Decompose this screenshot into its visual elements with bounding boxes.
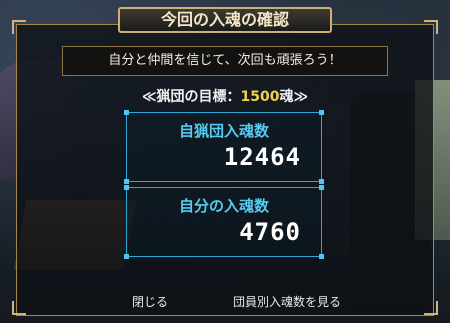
guild-count-label: 自猟団入魂数 xyxy=(178,122,269,140)
box-corner-dot xyxy=(124,179,129,184)
self-count-box: 自分の入魂数 4760 xyxy=(124,185,324,259)
box-corner-dot xyxy=(124,254,129,259)
frame-corner xyxy=(424,301,438,315)
close-button[interactable]: 閉じる xyxy=(132,293,168,311)
self-count-label: 自分の入魂数 xyxy=(178,197,269,215)
close-label: 閉じる xyxy=(132,295,169,309)
goal-prefix: ≪猟団の目標： xyxy=(141,89,241,105)
frame-corner xyxy=(12,20,26,34)
view-member-counts-label: 団員別入魂数を見る xyxy=(233,295,342,309)
goal-suffix: 魂≫ xyxy=(279,89,309,105)
message-box: 自分と仲間を信じて、次回も頑張ろう！ xyxy=(62,46,388,76)
guild-goal: ≪猟団の目標：1500魂≫ xyxy=(0,86,450,106)
frame-corner xyxy=(424,20,438,34)
box-corner-dot xyxy=(319,185,324,190)
box-corner-dot xyxy=(319,179,324,184)
box-corner-dot xyxy=(124,185,129,190)
box-corner-dot xyxy=(319,110,324,115)
goal-value: 1500 xyxy=(240,89,280,105)
box-corner-dot xyxy=(124,110,129,115)
self-count-value: 4760 xyxy=(239,218,301,246)
guild-count-value: 12464 xyxy=(223,143,301,171)
frame-corner xyxy=(12,301,26,315)
box-corner-dot xyxy=(319,254,324,259)
guild-count-box: 自猟団入魂数 12464 xyxy=(124,110,324,184)
dialog-title: 今回の入魂の確認 xyxy=(118,7,332,33)
view-member-counts-button[interactable]: 団員別入魂数を見る xyxy=(233,293,341,311)
